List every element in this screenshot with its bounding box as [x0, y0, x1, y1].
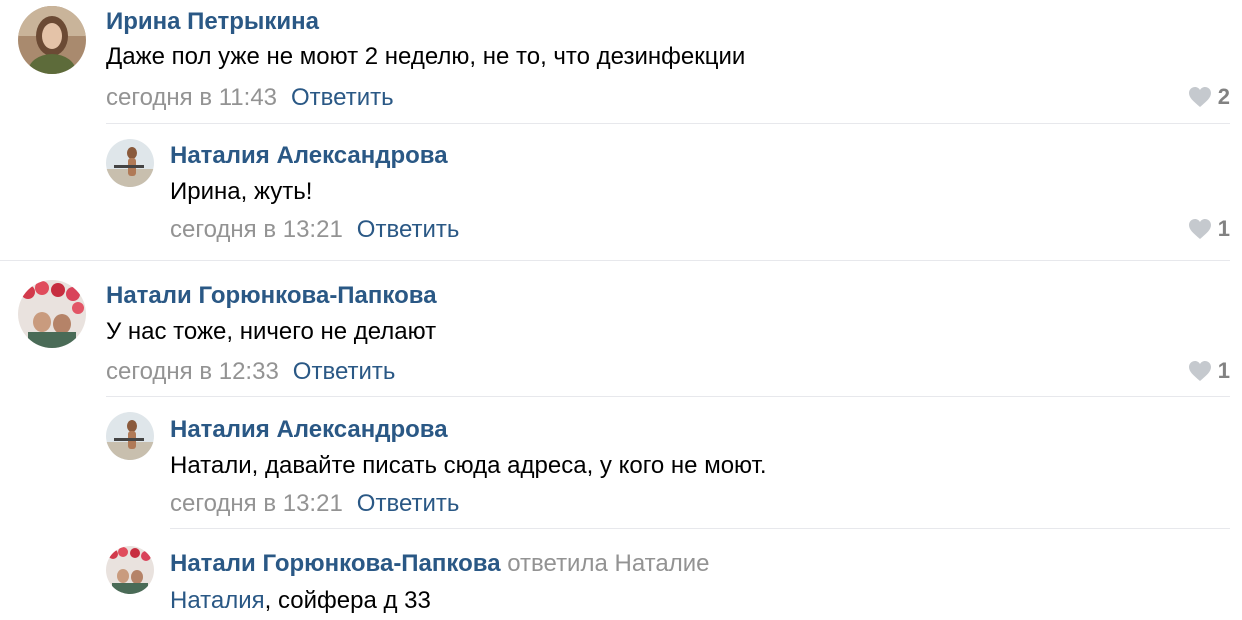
divider: [0, 260, 1230, 261]
comment-author[interactable]: Наталия Александрова: [170, 142, 448, 170]
like-count: 1: [1217, 358, 1230, 383]
replied-to[interactable]: ответила Наталие: [507, 550, 709, 577]
divider: [170, 528, 1230, 529]
like-count: 2: [1217, 84, 1230, 109]
heart-icon: [1188, 361, 1211, 381]
comment-text: Натали, давайте писать сюда адреса, у ко…: [170, 452, 767, 479]
comment-meta: сегодня в 11:43 Ответить: [106, 84, 394, 112]
divider: [106, 123, 1230, 124]
comment-time[interactable]: сегодня в 13:21: [170, 216, 343, 243]
heart-icon: [1188, 87, 1211, 107]
reply-button[interactable]: Ответить: [357, 490, 460, 517]
mention-link[interactable]: Наталия: [170, 587, 265, 614]
comment-text-body: , сойфера д 33: [264, 587, 431, 614]
avatar[interactable]: [106, 412, 154, 460]
divider: [106, 396, 1230, 397]
comment-time[interactable]: сегодня в 11:43: [106, 84, 277, 111]
comment-text: Даже пол уже не моют 2 неделю, не то, чт…: [106, 43, 746, 70]
like-count: 1: [1217, 216, 1230, 241]
reply-button[interactable]: Ответить: [293, 358, 396, 385]
reply-button[interactable]: Ответить: [357, 216, 460, 243]
comment-time[interactable]: сегодня в 13:21: [170, 490, 343, 517]
avatar[interactable]: [106, 546, 154, 594]
like-button[interactable]: 1: [1188, 358, 1230, 384]
avatar[interactable]: [106, 139, 154, 187]
comment-meta: сегодня в 13:21 Ответить: [170, 216, 459, 244]
comment-author[interactable]: Наталия Александрова: [170, 416, 448, 444]
comment-text: Наталия, сойфера д 33: [170, 587, 431, 615]
comment-meta: сегодня в 13:21 Ответить: [170, 490, 459, 518]
comment-author[interactable]: Натали Горюнкова-Папкова: [106, 282, 437, 310]
like-button[interactable]: 1: [1188, 216, 1230, 242]
like-button[interactable]: 2: [1188, 84, 1230, 110]
comment-author-name[interactable]: Натали Горюнкова-Папкова: [170, 550, 501, 577]
comment-author[interactable]: Ирина Петрыкина: [106, 8, 319, 36]
comment-author: Натали Горюнкова-Папкова ответила Натали…: [170, 550, 709, 578]
comments-thread: Ирина Петрыкина Даже пол уже не моют 2 н…: [0, 0, 1242, 620]
reply-button[interactable]: Ответить: [291, 84, 394, 111]
comment-text: Ирина, жуть!: [170, 178, 313, 205]
avatar[interactable]: [18, 6, 86, 74]
avatar[interactable]: [18, 280, 86, 348]
comment-meta: сегодня в 12:33 Ответить: [106, 358, 395, 386]
comment-time[interactable]: сегодня в 12:33: [106, 358, 279, 385]
comment-text: У нас тоже, ничего не делают: [106, 318, 437, 345]
heart-icon: [1188, 219, 1211, 239]
